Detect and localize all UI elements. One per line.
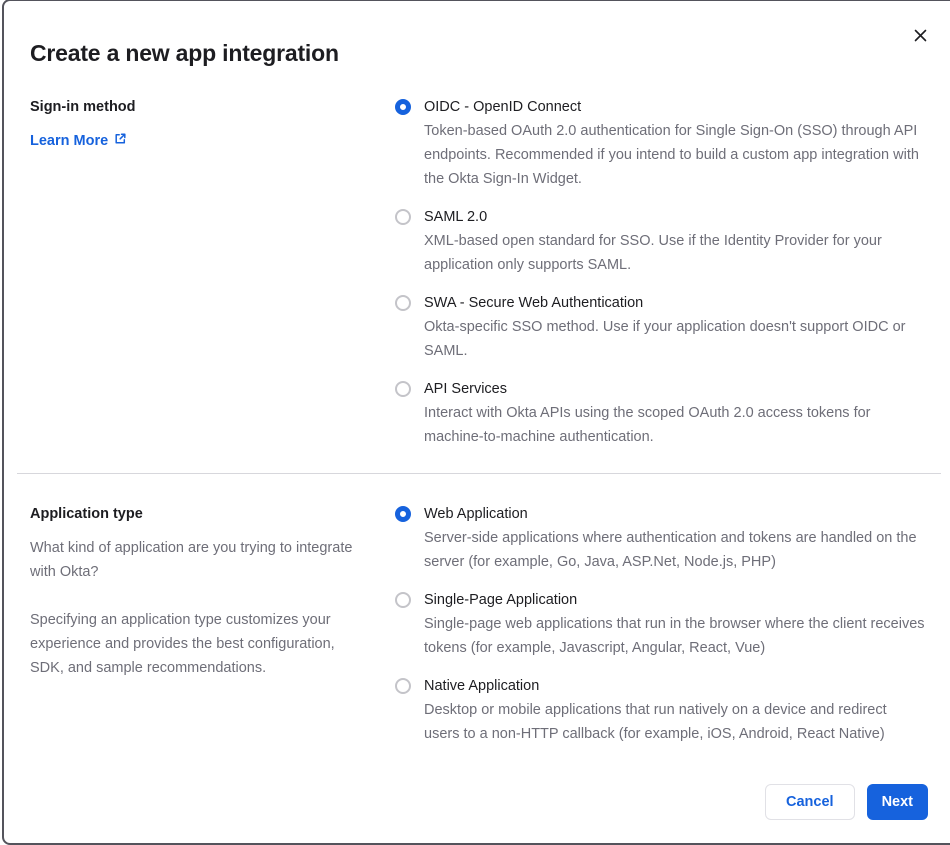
- radio-oidc-selected[interactable]: [395, 99, 411, 115]
- application-type-question: What kind of application are you trying …: [30, 540, 353, 580]
- external-link-icon: [114, 129, 127, 153]
- option-label: SAML 2.0: [424, 209, 488, 225]
- option-label: API Services: [424, 381, 507, 397]
- radio-swa[interactable]: [395, 295, 411, 311]
- application-type-options: Web Application Server-side applications…: [395, 502, 928, 746]
- option-label: Native Application: [424, 678, 540, 694]
- learn-more-link[interactable]: Learn More: [30, 129, 127, 153]
- option-description: Desktop or mobile applications that run …: [424, 702, 887, 742]
- next-button[interactable]: Next: [866, 784, 928, 820]
- apptype-option-web[interactable]: Web Application Server-side applications…: [395, 502, 928, 574]
- signin-option-api-services[interactable]: API Services Interact with Okta APIs usi…: [395, 377, 928, 449]
- option-description: XML-based open standard for SSO. Use if …: [424, 233, 882, 273]
- radio-web-selected[interactable]: [395, 506, 411, 522]
- close-icon: [913, 28, 928, 46]
- create-app-integration-dialog: Create a new app integration Sign-in met…: [2, 0, 950, 845]
- signin-option-swa[interactable]: SWA - Secure Web Authentication Okta-spe…: [395, 291, 928, 363]
- close-button[interactable]: [906, 23, 934, 51]
- option-label: Web Application: [424, 506, 528, 522]
- dialog-title: Create a new app integration: [30, 40, 339, 66]
- option-label: SWA - Secure Web Authentication: [424, 295, 644, 311]
- signin-method-options: OIDC - OpenID Connect Token-based OAuth …: [395, 95, 928, 449]
- learn-more-label: Learn More: [30, 133, 109, 149]
- section-divider: [17, 473, 941, 474]
- signin-method-section: Sign-in method Learn More OIDC - OpenID …: [30, 95, 928, 449]
- apptype-option-spa[interactable]: Single-Page Application Single-page web …: [395, 588, 928, 660]
- dialog-footer: Cancel Next: [30, 784, 928, 820]
- option-description: Single-page web applications that run in…: [424, 616, 925, 656]
- radio-native[interactable]: [395, 678, 411, 694]
- signin-option-oidc[interactable]: OIDC - OpenID Connect Token-based OAuth …: [395, 95, 928, 191]
- radio-saml[interactable]: [395, 209, 411, 225]
- cancel-button[interactable]: Cancel: [765, 784, 855, 820]
- option-description: Server-side applications where authentic…: [424, 530, 917, 570]
- application-type-label: Application type: [30, 506, 143, 522]
- application-type-section: Application type What kind of applicatio…: [30, 502, 928, 746]
- radio-api-services[interactable]: [395, 381, 411, 397]
- option-description: Okta-specific SSO method. Use if your ap…: [424, 319, 906, 359]
- option-label: OIDC - OpenID Connect: [424, 99, 582, 115]
- radio-spa[interactable]: [395, 592, 411, 608]
- option-description: Interact with Okta APIs using the scoped…: [424, 405, 871, 445]
- signin-option-saml[interactable]: SAML 2.0 XML-based open standard for SSO…: [395, 205, 928, 277]
- signin-method-label: Sign-in method: [30, 99, 136, 115]
- option-description: Token-based OAuth 2.0 authentication for…: [424, 123, 919, 187]
- apptype-option-native[interactable]: Native Application Desktop or mobile app…: [395, 674, 928, 746]
- option-label: Single-Page Application: [424, 592, 578, 608]
- application-type-explanation: Specifying an application type customize…: [30, 612, 335, 676]
